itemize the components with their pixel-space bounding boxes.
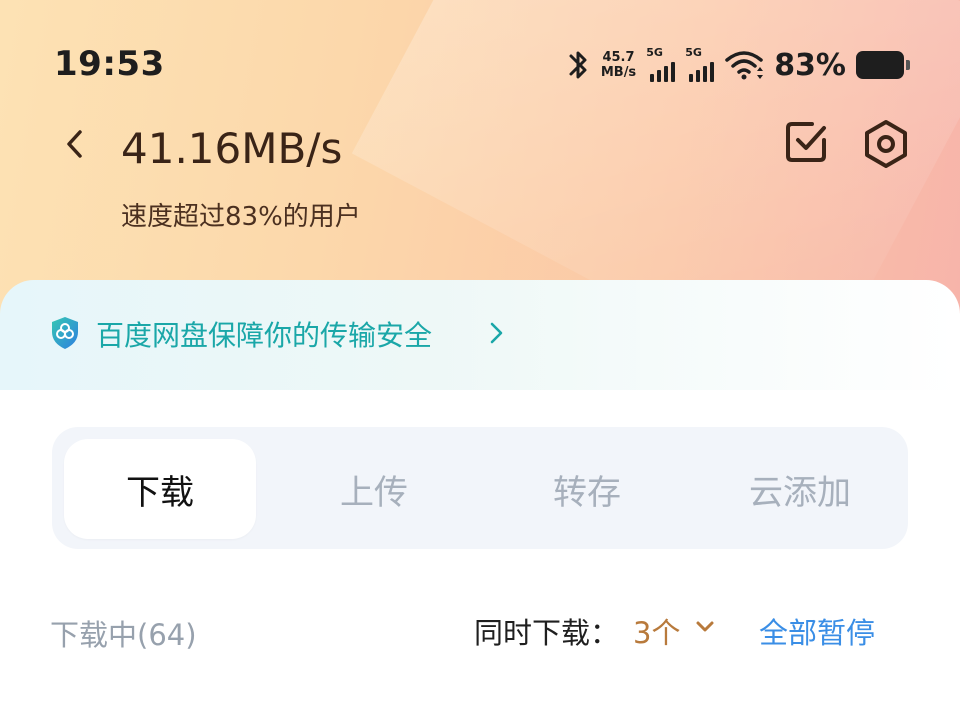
shield-icon <box>52 317 78 349</box>
bluetooth-icon <box>569 51 587 79</box>
concurrent-download-select[interactable]: 3个 <box>633 610 680 652</box>
speed-percentile-note: 速度超过83%的用户 <box>121 202 361 232</box>
downloading-count: 下载中(64) <box>50 618 197 652</box>
settings-icon[interactable] <box>860 118 912 170</box>
signal-icon: 5G <box>646 46 676 82</box>
sim1-type: 5G <box>646 46 663 59</box>
tab-download[interactable]: 下载 <box>64 439 256 539</box>
chevron-right-icon <box>490 322 503 344</box>
pause-all-button[interactable]: 全部暂停 <box>759 610 875 652</box>
concurrent-download-label: 同时下载： <box>474 616 620 650</box>
multi-select-icon[interactable] <box>782 118 830 166</box>
security-banner[interactable]: 百度网盘保障你的传输安全 <box>0 280 960 390</box>
sim2-type: 5G <box>685 46 702 59</box>
net-speed-value: 45.7 <box>602 50 635 65</box>
battery-icon <box>856 51 910 79</box>
signal-icon: 5G <box>685 46 715 82</box>
chevron-down-icon[interactable] <box>694 620 716 634</box>
tab-cloud-add[interactable]: 云添加 <box>704 439 896 539</box>
status-time: 19:53 <box>54 44 165 84</box>
security-banner-text: 百度网盘保障你的传输安全 <box>96 319 433 352</box>
wifi-icon <box>725 51 764 80</box>
download-list-header: 下载中(64) 同时下载： 3个 全部暂停 <box>0 600 960 660</box>
transfer-speed: 41.16MB/s <box>121 124 343 173</box>
battery-percent: 83% <box>774 47 846 83</box>
status-icons: 45.7 MB/s 5G 5G 83% <box>565 44 910 86</box>
tab-upload[interactable]: 上传 <box>278 439 470 539</box>
tab-transfer-save[interactable]: 转存 <box>491 439 683 539</box>
back-icon[interactable] <box>60 124 90 164</box>
transfer-tabs: 下载 上传 转存 云添加 <box>52 427 908 549</box>
net-speed-indicator: 45.7 MB/s <box>601 50 636 80</box>
status-bar: 19:53 45.7 MB/s 5G 5G 83% <box>0 0 960 130</box>
net-speed-unit: MB/s <box>600 65 637 80</box>
